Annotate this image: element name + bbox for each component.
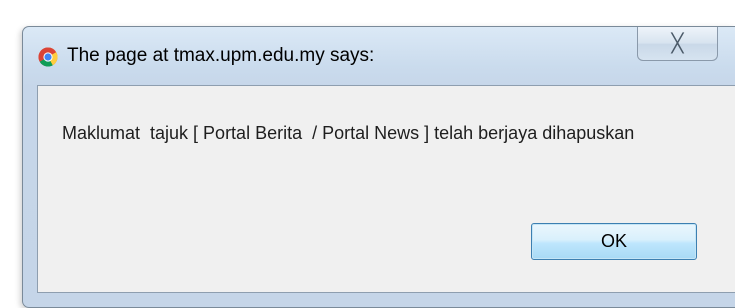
alert-dialog: The page at tmax.upm.edu.my says: ╳ Makl… — [22, 26, 735, 308]
chrome-icon — [38, 47, 58, 67]
screen: The page at tmax.upm.edu.my says: ╳ Makl… — [0, 0, 735, 308]
close-icon: ╳ — [671, 32, 684, 54]
ok-button[interactable]: OK — [531, 223, 697, 260]
close-button[interactable]: ╳ — [637, 27, 718, 61]
dialog-content: Maklumat tajuk [ Portal Berita / Portal … — [37, 85, 735, 293]
dialog-message: Maklumat tajuk [ Portal Berita / Portal … — [62, 123, 635, 143]
dialog-titlebar: The page at tmax.upm.edu.my says: ╳ — [23, 27, 735, 85]
dialog-title: The page at tmax.upm.edu.my says: — [67, 45, 375, 66]
